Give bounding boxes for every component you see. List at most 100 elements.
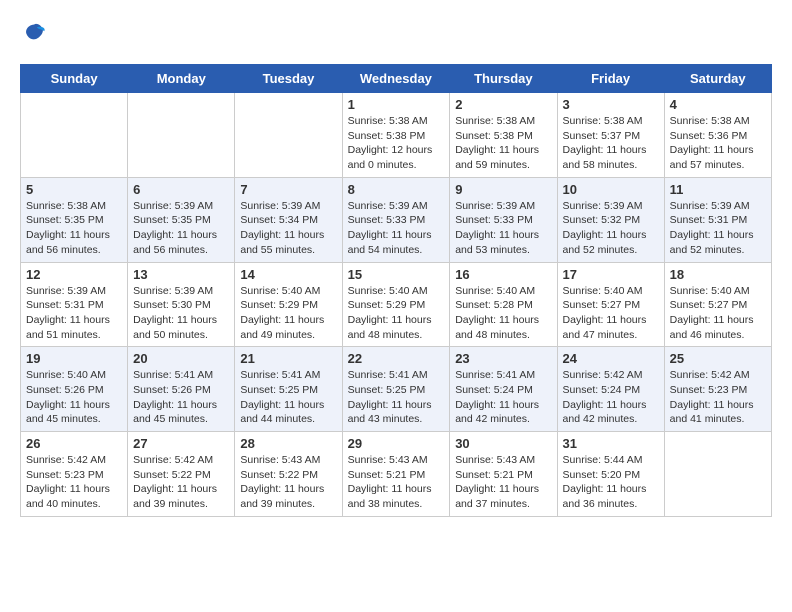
cell-info-line: Daylight: 11 hours and 38 minutes. [348,482,445,511]
cell-info-line: Sunset: 5:21 PM [348,468,445,483]
page-header [20,20,772,48]
cell-info: Sunrise: 5:40 AMSunset: 5:29 PMDaylight:… [348,284,445,343]
cell-info-line: Sunrise: 5:42 AM [563,368,659,383]
calendar-week-row: 26Sunrise: 5:42 AMSunset: 5:23 PMDayligh… [21,432,772,517]
cell-info: Sunrise: 5:39 AMSunset: 5:33 PMDaylight:… [348,199,445,258]
calendar-cell: 3Sunrise: 5:38 AMSunset: 5:37 PMDaylight… [557,93,664,178]
cell-info-line: Daylight: 11 hours and 41 minutes. [670,398,766,427]
day-number: 12 [26,267,122,282]
cell-info-line: Daylight: 11 hours and 36 minutes. [563,482,659,511]
calendar-cell: 9 Sunrise: 5:39 AMSunset: 5:33 PMDaylight… [450,177,557,262]
day-number: 20 [133,351,229,366]
cell-info: Sunrise: 5:42 AMSunset: 5:23 PMDaylight:… [26,453,122,512]
cell-info-line: Sunset: 5:26 PM [26,383,122,398]
cell-info-line: Daylight: 11 hours and 44 minutes. [240,398,336,427]
day-number: 28 [240,436,336,451]
cell-info: Sunrise: 5:39 AMSunset: 5:34 PMDaylight:… [240,199,336,258]
day-number: 7 [240,182,336,197]
cell-info-line: Sunset: 5:38 PM [348,129,445,144]
cell-info-line: Daylight: 11 hours and 48 minutes. [348,313,445,342]
cell-info-line: Daylight: 11 hours and 56 minutes. [133,228,229,257]
calendar-cell [235,93,342,178]
cell-info: Sunrise: 5:39 AMSunset: 5:35 PMDaylight:… [133,199,229,258]
cell-info: Sunrise: 5:38 AMSunset: 5:38 PMDaylight:… [348,114,445,173]
cell-info-line: Daylight: 11 hours and 48 minutes. [455,313,551,342]
cell-info-line: Sunset: 5:23 PM [26,468,122,483]
cell-info-line: Sunrise: 5:42 AM [26,453,122,468]
cell-info-line: Daylight: 12 hours and 0 minutes. [348,143,445,172]
cell-info-line: Sunrise: 5:38 AM [26,199,122,214]
cell-info: Sunrise: 5:43 AMSunset: 5:22 PMDaylight:… [240,453,336,512]
cell-info-line: Sunset: 5:29 PM [240,298,336,313]
cell-info-line: Daylight: 11 hours and 52 minutes. [563,228,659,257]
calendar-cell: 1Sunrise: 5:38 AMSunset: 5:38 PMDaylight… [342,93,450,178]
cell-info-line: Sunrise: 5:42 AM [133,453,229,468]
calendar-cell: 31Sunrise: 5:44 AMSunset: 5:20 PMDayligh… [557,432,664,517]
cell-info-line: Sunset: 5:34 PM [240,213,336,228]
cell-info-line: Daylight: 11 hours and 39 minutes. [133,482,229,511]
day-number: 27 [133,436,229,451]
day-number: 9 [455,182,551,197]
cell-info-line: Daylight: 11 hours and 42 minutes. [455,398,551,427]
calendar-cell: 16Sunrise: 5:40 AMSunset: 5:28 PMDayligh… [450,262,557,347]
day-number: 25 [670,351,766,366]
calendar-cell: 28 Sunrise: 5:43 AMSunset: 5:22 PMDayligh… [235,432,342,517]
cell-info: Sunrise: 5:40 AMSunset: 5:27 PMDaylight:… [563,284,659,343]
cell-info-line: Sunrise: 5:39 AM [26,284,122,299]
calendar-cell: 12 Sunrise: 5:39 AMSunset: 5:31 PMDayligh… [21,262,128,347]
calendar-cell: 5Sunrise: 5:38 AMSunset: 5:35 PMDaylight… [21,177,128,262]
cell-info: Sunrise: 5:39 AMSunset: 5:33 PMDaylight:… [455,199,551,258]
calendar-cell [664,432,771,517]
cell-info-line: Sunset: 5:31 PM [26,298,122,313]
cell-info-line: Daylight: 11 hours and 37 minutes. [455,482,551,511]
calendar-cell: 13Sunrise: 5:39 AMSunset: 5:30 PMDayligh… [128,262,235,347]
cell-info-line: Daylight: 11 hours and 39 minutes. [240,482,336,511]
logo [20,20,52,48]
cell-info: Sunrise: 5:43 AMSunset: 5:21 PMDaylight:… [348,453,445,512]
calendar-cell: 10Sunrise: 5:39 AMSunset: 5:32 PMDayligh… [557,177,664,262]
cell-info-line: Sunrise: 5:40 AM [563,284,659,299]
cell-info-line: Sunrise: 5:38 AM [348,114,445,129]
calendar-cell: 7 Sunrise: 5:39 AMSunset: 5:34 PMDaylight… [235,177,342,262]
day-number: 18 [670,267,766,282]
day-number: 8 [348,182,445,197]
cell-info-line: Sunrise: 5:39 AM [563,199,659,214]
calendar-cell: 19Sunrise: 5:40 AMSunset: 5:26 PMDayligh… [21,347,128,432]
cell-info-line: Sunrise: 5:40 AM [670,284,766,299]
calendar-cell: 20Sunrise: 5:41 AMSunset: 5:26 PMDayligh… [128,347,235,432]
cell-info-line: Sunset: 5:24 PM [563,383,659,398]
day-number: 4 [670,97,766,112]
cell-info-line: Daylight: 11 hours and 55 minutes. [240,228,336,257]
calendar-cell: 22Sunrise: 5:41 AMSunset: 5:25 PMDayligh… [342,347,450,432]
day-number: 31 [563,436,659,451]
cell-info-line: Sunrise: 5:42 AM [670,368,766,383]
cell-info-line: Sunset: 5:21 PM [455,468,551,483]
cell-info-line: Sunrise: 5:41 AM [455,368,551,383]
cell-info-line: Sunrise: 5:43 AM [348,453,445,468]
day-header-monday: Monday [128,65,235,93]
cell-info-line: Daylight: 11 hours and 52 minutes. [670,228,766,257]
cell-info-line: Sunrise: 5:38 AM [455,114,551,129]
cell-info: Sunrise: 5:38 AMSunset: 5:38 PMDaylight:… [455,114,551,173]
calendar-cell: 26Sunrise: 5:42 AMSunset: 5:23 PMDayligh… [21,432,128,517]
cell-info: Sunrise: 5:42 AMSunset: 5:23 PMDaylight:… [670,368,766,427]
calendar-cell: 24Sunrise: 5:42 AMSunset: 5:24 PMDayligh… [557,347,664,432]
logo-bird-icon [20,20,48,48]
cell-info-line: Sunrise: 5:39 AM [455,199,551,214]
day-number: 5 [26,182,122,197]
cell-info-line: Daylight: 11 hours and 51 minutes. [26,313,122,342]
cell-info-line: Daylight: 11 hours and 45 minutes. [26,398,122,427]
cell-info: Sunrise: 5:41 AMSunset: 5:25 PMDaylight:… [348,368,445,427]
calendar-cell: 4Sunrise: 5:38 AMSunset: 5:36 PMDaylight… [664,93,771,178]
day-header-saturday: Saturday [664,65,771,93]
cell-info-line: Sunset: 5:23 PM [670,383,766,398]
cell-info: Sunrise: 5:38 AMSunset: 5:37 PMDaylight:… [563,114,659,173]
day-header-wednesday: Wednesday [342,65,450,93]
calendar-cell: 25 Sunrise: 5:42 AMSunset: 5:23 PMDayligh… [664,347,771,432]
cell-info: Sunrise: 5:39 AMSunset: 5:31 PMDaylight:… [670,199,766,258]
calendar-cell [128,93,235,178]
calendar-cell: 2Sunrise: 5:38 AMSunset: 5:38 PMDaylight… [450,93,557,178]
cell-info-line: Sunset: 5:36 PM [670,129,766,144]
cell-info: Sunrise: 5:43 AMSunset: 5:21 PMDaylight:… [455,453,551,512]
cell-info: Sunrise: 5:41 AMSunset: 5:24 PMDaylight:… [455,368,551,427]
